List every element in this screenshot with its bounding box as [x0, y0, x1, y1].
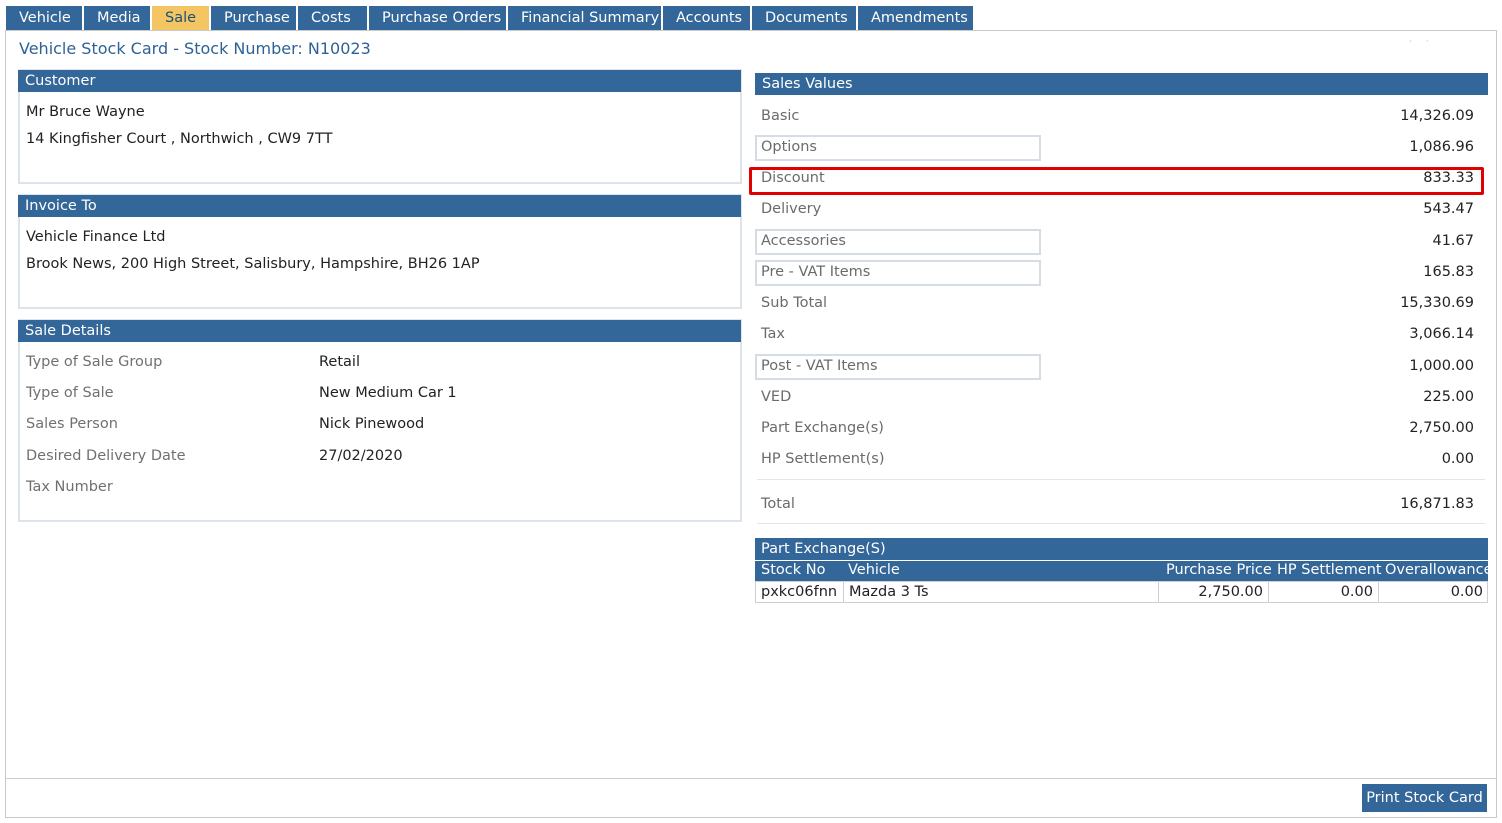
column-header: HP Settlement — [1277, 562, 1382, 578]
sales-row-options: Options 1,086.96 — [755, 135, 1487, 161]
sales-value: 1,000.00 — [1409, 358, 1474, 374]
customer-heading: Customer — [18, 70, 741, 92]
sale-detail-label: Desired Delivery Date — [26, 448, 186, 464]
sales-label: Part Exchange(s) — [761, 420, 884, 436]
part-exchange-heading: Part Exchange(S) — [755, 538, 1488, 560]
sale-detail-label: Type of Sale Group — [26, 354, 163, 370]
sale-detail-value: New Medium Car 1 — [319, 385, 457, 401]
sales-row-pre-vat: Pre - VAT Items 165.83 — [755, 260, 1487, 286]
sales-row-ved: VED 225.00 — [755, 385, 1487, 411]
sales-label: Tax — [761, 326, 785, 342]
table-row[interactable]: pxkc06fnn Mazda 3 Ts 2,750.00 0.00 0.00 — [755, 581, 1488, 603]
sales-value: 225.00 — [1423, 389, 1474, 405]
sale-detail-value: Nick Pinewood — [319, 416, 425, 432]
sales-label: Post - VAT Items — [761, 358, 878, 374]
column-header: Vehicle — [848, 562, 900, 578]
invoice-to-name: Vehicle Finance Ltd — [26, 229, 166, 245]
sales-label: Delivery — [761, 201, 822, 217]
sales-row-post-vat: Post - VAT Items 1,000.00 — [755, 354, 1487, 380]
sales-value: 2,750.00 — [1409, 420, 1474, 436]
sale-detail-label: Type of Sale — [26, 385, 114, 401]
sales-label: Sub Total — [761, 295, 828, 311]
invoice-to-address: Brook News, 200 High Street, Salisbury, … — [26, 256, 480, 272]
tab-sale[interactable]: Sale — [152, 6, 209, 31]
sales-values-heading: Sales Values — [755, 73, 1488, 95]
sales-value: 165.83 — [1423, 264, 1474, 280]
divider — [757, 479, 1485, 480]
cell-hp-settlement: 0.00 — [1269, 582, 1379, 602]
sales-row-basic: Basic 14,326.09 — [755, 104, 1487, 130]
sale-detail-value: Retail — [319, 354, 360, 370]
divider — [757, 523, 1485, 524]
invoice-to-heading: Invoice To — [18, 195, 741, 217]
sales-value: 41.67 — [1432, 233, 1474, 249]
cell-vehicle: Mazda 3 Ts — [844, 582, 1159, 602]
tab-purchase-orders[interactable]: Purchase Orders — [369, 6, 506, 31]
tab-costs[interactable]: Costs — [298, 6, 367, 31]
sales-row-delivery: Delivery 543.47 — [755, 197, 1487, 223]
sales-label: Basic — [761, 108, 800, 124]
print-stock-card-button[interactable]: Print Stock Card — [1362, 784, 1487, 812]
sale-detail-value: 27/02/2020 — [319, 448, 403, 464]
sales-value: 3,066.14 — [1409, 326, 1474, 342]
tab-amendments[interactable]: Amendments — [858, 6, 973, 31]
sales-label: HP Settlement(s) — [761, 451, 885, 467]
sales-row-tax: Tax 3,066.14 — [755, 322, 1487, 348]
sales-value: 0.00 — [1441, 451, 1474, 467]
sales-value: 16,871.83 — [1400, 496, 1474, 512]
sales-row-sub-total: Sub Total 15,330.69 — [755, 291, 1487, 317]
tab-media[interactable]: Media — [84, 6, 150, 31]
tab-purchase[interactable]: Purchase — [211, 6, 296, 31]
sales-value: 15,330.69 — [1400, 295, 1474, 311]
part-exchange-columns: Stock No Vehicle Purchase Price HP Settl… — [755, 561, 1493, 581]
tab-bar: Vehicle Media Sale Purchase Costs Purcha… — [6, 6, 975, 31]
column-header: Overallowance — [1385, 562, 1493, 578]
tab-documents[interactable]: Documents — [752, 6, 856, 31]
sales-label: Accessories — [761, 233, 846, 249]
sales-label: Pre - VAT Items — [761, 264, 871, 280]
cell-purchase-price: 2,750.00 — [1159, 582, 1269, 602]
footer-divider — [6, 778, 1496, 779]
discount-highlight-box — [749, 167, 1484, 195]
customer-name: Mr Bruce Wayne — [26, 104, 145, 120]
dots-decoration: ·· — [1409, 37, 1443, 47]
cell-stock-no: pxkc06fnn — [756, 582, 844, 602]
sale-details-heading: Sale Details — [18, 320, 741, 342]
sale-detail-label: Tax Number — [26, 479, 113, 495]
sales-value: 14,326.09 — [1400, 108, 1474, 124]
sale-detail-label: Sales Person — [26, 416, 118, 432]
sales-label: Total — [761, 496, 795, 512]
customer-address: 14 Kingfisher Court , Northwich , CW9 7T… — [26, 131, 333, 147]
page-title: Vehicle Stock Card - Stock Number: N1002… — [19, 39, 371, 58]
column-header: Stock No — [761, 562, 826, 578]
tab-accounts[interactable]: Accounts — [663, 6, 750, 31]
sales-label: VED — [761, 389, 792, 405]
sales-label: Options — [761, 139, 817, 155]
sales-row-accessories: Accessories 41.67 — [755, 229, 1487, 255]
cell-overallowance: 0.00 — [1450, 584, 1483, 600]
sales-value: 1,086.96 — [1409, 139, 1474, 155]
sales-row-hp-settlement: HP Settlement(s) 0.00 — [755, 447, 1487, 473]
tab-vehicle[interactable]: Vehicle — [6, 6, 82, 31]
column-header: Purchase Price — [1166, 562, 1272, 578]
sales-value: 543.47 — [1423, 201, 1474, 217]
sales-row-part-exchange: Part Exchange(s) 2,750.00 — [755, 416, 1487, 442]
sales-row-total: Total 16,871.83 — [755, 492, 1487, 518]
tab-financial-summary[interactable]: Financial Summary — [508, 6, 661, 31]
